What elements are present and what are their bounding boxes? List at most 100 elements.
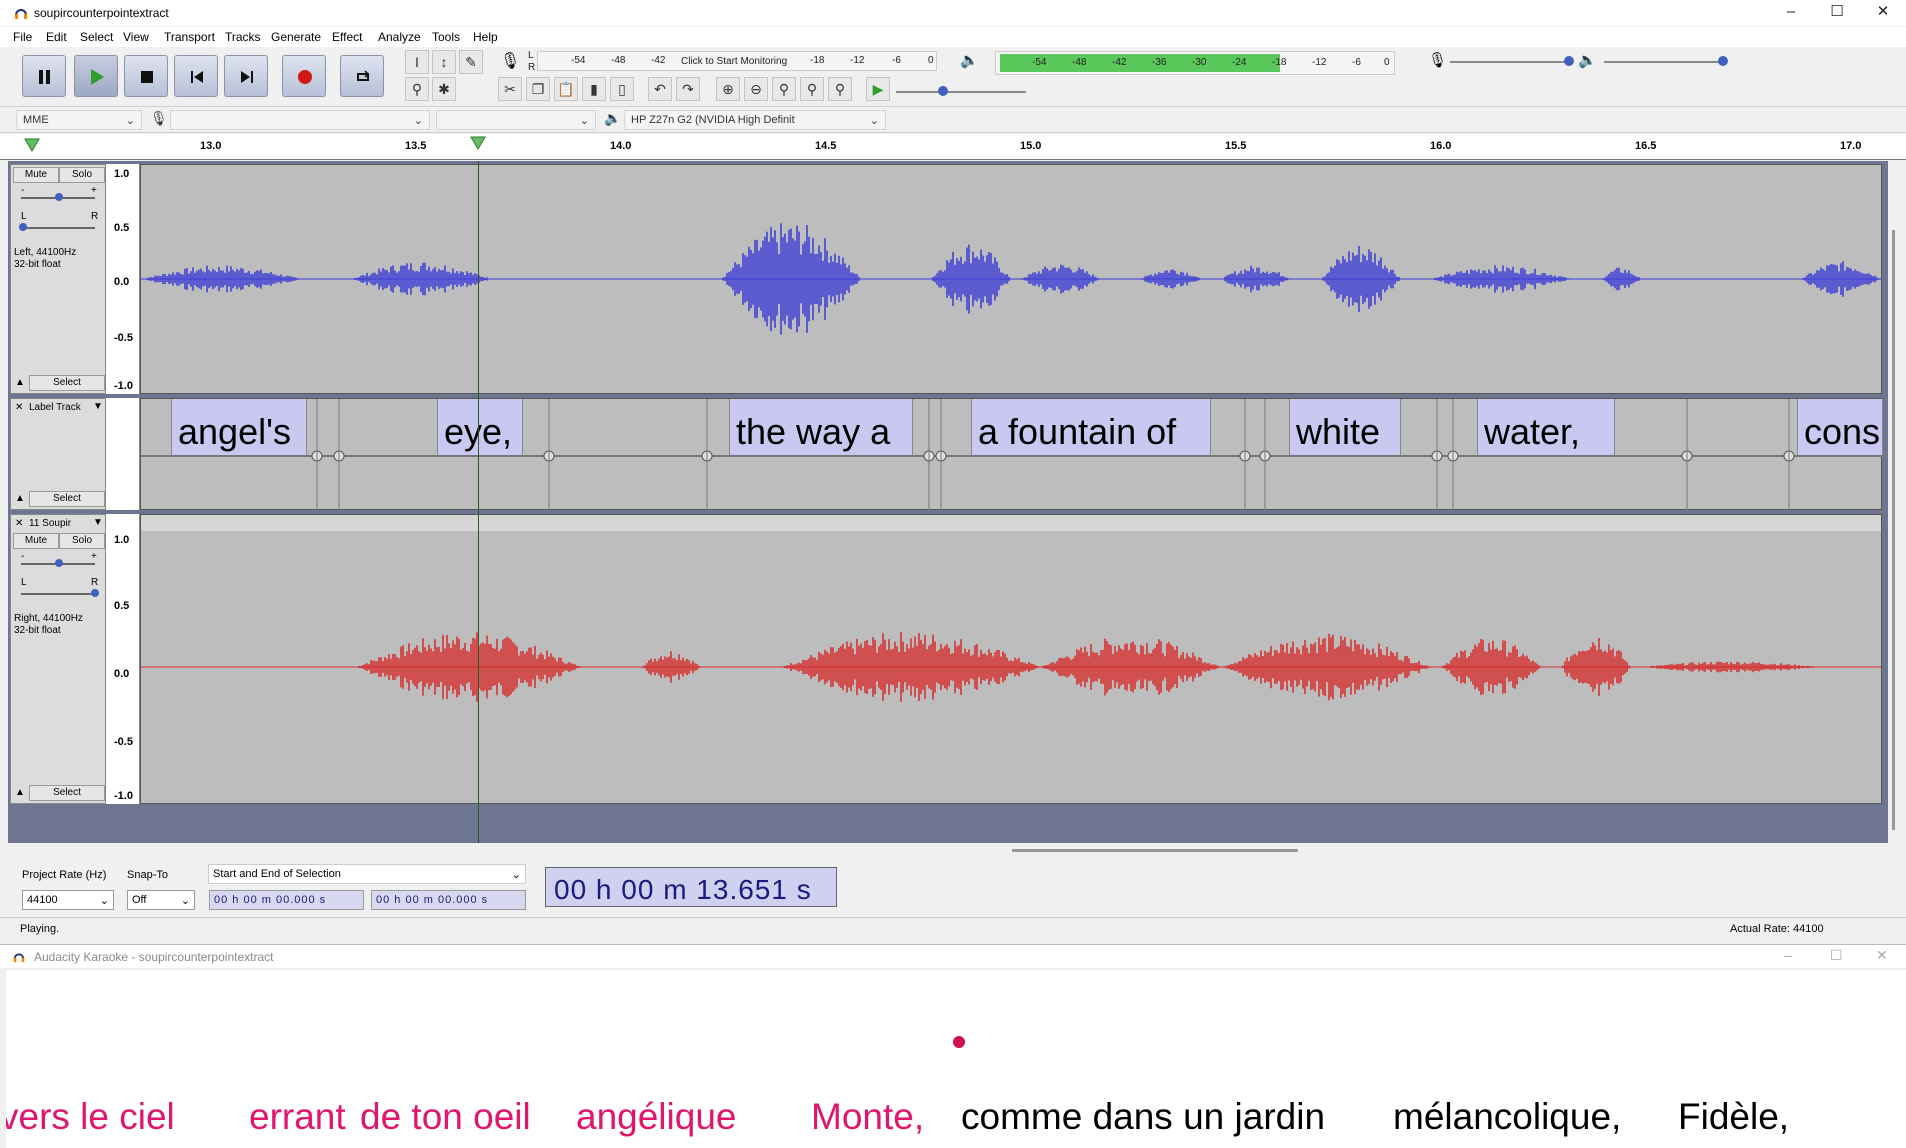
pan-slider[interactable] <box>21 589 99 597</box>
select-track-button[interactable]: Select <box>29 491 105 507</box>
play-speed-slider[interactable] <box>896 86 1026 96</box>
selection-mode-value: Start and End of Selection <box>213 868 341 880</box>
track-menu-icon[interactable]: ▼ <box>93 401 103 412</box>
menu-analyze[interactable]: Analyze <box>378 30 421 44</box>
actual-rate-text: Actual Rate: 44100 <box>1730 923 1824 935</box>
menu-transport[interactable]: Transport <box>164 30 215 44</box>
lyric-word-sung: errant <box>249 1096 346 1137</box>
selection-tool[interactable]: I <box>405 50 429 74</box>
menu-effect[interactable]: Effect <box>332 30 362 44</box>
menu-file[interactable]: File <box>13 30 32 44</box>
gain-max-label: + <box>91 551 97 562</box>
selection-mode-select[interactable]: Start and End of Selection ⌄ <box>208 864 526 884</box>
play-button[interactable] <box>74 55 118 97</box>
label-track-area[interactable]: angel's eye, the way a a fountain of whi… <box>140 398 1883 511</box>
collapse-icon[interactable]: ▲ <box>15 377 25 388</box>
menu-edit[interactable]: Edit <box>46 30 67 44</box>
recording-device-select[interactable]: ⌄ <box>170 110 430 130</box>
minimize-icon[interactable]: – <box>1784 947 1792 963</box>
recording-channels-select[interactable]: ⌄ <box>436 110 596 130</box>
mute-button[interactable]: Mute <box>13 533 59 549</box>
copy-icon[interactable]: ❐ <box>526 77 550 101</box>
playback-device-select[interactable]: HP Z27n G2 (NVIDIA High Definit ⌄ <box>624 110 886 130</box>
close-icon[interactable]: ✕ <box>1876 947 1888 964</box>
menu-help[interactable]: Help <box>473 30 498 44</box>
envelope-tool[interactable]: ↕ <box>432 50 456 74</box>
gain-slider[interactable] <box>21 193 95 201</box>
silence-icon[interactable]: ▯ <box>610 77 634 101</box>
timeline-ruler[interactable]: 13.0 13.5 14.0 14.5 15.0 15.5 16.0 16.5 … <box>0 134 1906 160</box>
audacity-app: soupircounterpointextract – ☐ ✕ File Edi… <box>0 0 1906 1148</box>
minimize-icon[interactable]: – <box>1768 0 1814 26</box>
collapse-icon[interactable]: ▲ <box>15 787 25 798</box>
fit-selection-icon[interactable]: ⚲ <box>772 77 796 101</box>
selection-end-time[interactable]: 00 h 00 m 00.000 s <box>371 890 526 910</box>
fit-project-icon[interactable]: ⚲ <box>800 77 824 101</box>
menu-select[interactable]: Select <box>80 30 113 44</box>
pan-slider[interactable] <box>19 223 95 231</box>
close-track-icon[interactable]: ✕ <box>15 402 23 413</box>
close-track-icon[interactable]: ✕ <box>15 518 23 529</box>
menu-tools[interactable]: Tools <box>432 30 460 44</box>
close-icon[interactable]: ✕ <box>1860 0 1906 26</box>
skip-end-button[interactable] <box>224 55 268 97</box>
left-waveform[interactable] <box>140 164 1882 394</box>
label-handles-svg <box>311 399 1795 511</box>
solo-button[interactable]: Solo <box>59 533 105 549</box>
playback-volume-slider[interactable] <box>1604 56 1728 66</box>
right-waveform[interactable] <box>140 514 1882 804</box>
multi-tool[interactable]: ✱ <box>432 77 456 101</box>
audio-host-select[interactable]: MME ⌄ <box>16 110 142 130</box>
label-track-name[interactable]: Label Track <box>29 402 81 413</box>
gain-slider[interactable] <box>21 559 95 567</box>
maximize-icon[interactable]: ☐ <box>1814 0 1860 26</box>
select-track-button[interactable]: Select <box>29 785 105 801</box>
menu-tracks[interactable]: Tracks <box>225 30 261 44</box>
solo-button[interactable]: Solo <box>59 167 105 183</box>
horizontal-scrollbar[interactable] <box>1012 849 1298 852</box>
snap-to-select[interactable]: Off ⌄ <box>127 890 195 910</box>
stop-button[interactable] <box>124 55 168 97</box>
microphone-icon[interactable]: 🎙 <box>500 51 520 71</box>
record-meter[interactable]: -54 -48 -42 Click to Start Monitoring -1… <box>537 51 937 71</box>
mute-button[interactable]: Mute <box>13 167 59 183</box>
audio-position-time[interactable]: 00 h 00 m 13.651 s <box>545 867 837 907</box>
rec-scale-18: -18 <box>810 55 825 66</box>
speaker-icon[interactable]: 🔈 <box>960 51 980 71</box>
play-scale-6: -6 <box>1352 57 1361 68</box>
clip-header[interactable] <box>141 515 1881 531</box>
skip-start-button[interactable] <box>174 55 218 97</box>
snap-to-value: Off <box>132 894 147 906</box>
zoom-tool[interactable]: ⚲ <box>405 77 429 101</box>
pause-button[interactable] <box>22 55 66 97</box>
select-track-button[interactable]: Select <box>29 375 105 391</box>
project-rate-select[interactable]: 44100 ⌄ <box>22 890 114 910</box>
zoom-in-icon[interactable]: ⊕ <box>716 77 740 101</box>
maximize-icon[interactable]: ☐ <box>1830 947 1843 964</box>
play-at-speed-icon[interactable]: ▶ <box>866 77 890 101</box>
redo-icon[interactable]: ↷ <box>676 77 700 101</box>
draw-tool[interactable]: ✎ <box>459 50 483 74</box>
recording-volume-slider[interactable] <box>1450 56 1574 66</box>
zoom-toggle-icon[interactable]: ⚲ <box>828 77 852 101</box>
loop-button[interactable] <box>340 55 384 97</box>
vertical-scrollbar[interactable] <box>1892 230 1895 830</box>
undo-icon[interactable]: ↶ <box>648 77 672 101</box>
menu-generate[interactable]: Generate <box>271 30 321 44</box>
menu-view[interactable]: View <box>123 30 149 44</box>
play-scale-18: -18 <box>1272 57 1287 68</box>
zoom-out-icon[interactable]: ⊖ <box>744 77 768 101</box>
paste-icon[interactable]: 📋 <box>554 77 578 101</box>
record-button[interactable] <box>282 55 326 97</box>
track-menu-icon[interactable]: ▼ <box>93 517 103 528</box>
amp-label: -0.5 <box>114 736 133 748</box>
ruler-tick: 13.0 <box>200 140 222 152</box>
collapse-icon[interactable]: ▲ <box>15 493 25 504</box>
cut-icon[interactable]: ✂ <box>498 77 522 101</box>
rec-scale-42: -42 <box>651 55 666 66</box>
playback-meter[interactable]: -54 -48 -42 -36 -30 -24 -18 -12 -6 0 <box>995 51 1395 75</box>
trim-icon[interactable]: ▮ <box>582 77 606 101</box>
selection-start-time[interactable]: 00 h 00 m 00.000 s <box>209 890 364 910</box>
chevron-down-icon: ⌄ <box>180 895 190 907</box>
audio-track-name[interactable]: 11 Soupir <box>29 518 71 529</box>
